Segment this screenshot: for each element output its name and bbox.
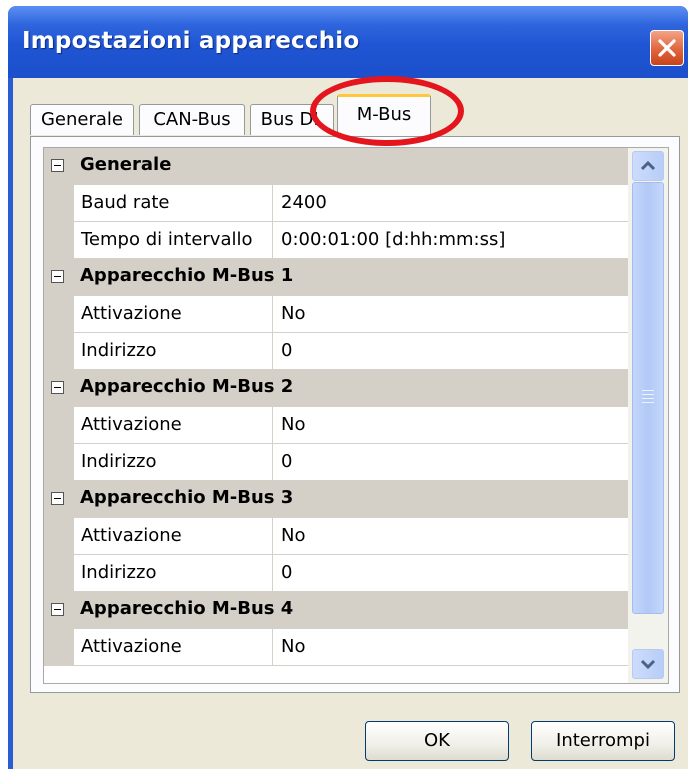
grid-property-row[interactable]: Indirizzo 0 <box>44 555 628 592</box>
property-value-cell[interactable]: 0 <box>273 444 628 481</box>
minus-box-icon[interactable] <box>51 270 64 283</box>
ok-button[interactable]: OK <box>365 721 509 761</box>
cancel-button[interactable]: Interrompi <box>531 721 675 761</box>
grid-property-row[interactable]: Attivazione No <box>44 296 628 333</box>
close-icon <box>658 39 676 57</box>
property-name-cell[interactable]: Tempo di intervallo <box>74 222 273 259</box>
close-button[interactable] <box>650 30 684 66</box>
chevron-up-icon <box>640 160 656 171</box>
property-value-cell[interactable]: 0:00:01:00 [d:hh:mm:ss] <box>273 222 628 259</box>
minus-box-icon[interactable] <box>51 603 64 616</box>
category-label: Apparecchio M-Bus 1 <box>80 265 294 286</box>
property-value-cell[interactable]: 2400 <box>273 185 628 222</box>
row-gutter <box>44 555 74 592</box>
minus-box-icon[interactable] <box>51 381 64 394</box>
scroll-up-button[interactable] <box>632 151 664 181</box>
grid-category-row[interactable]: Apparecchio M-Bus 3 <box>44 481 628 518</box>
row-gutter <box>44 407 74 444</box>
grid-category-row[interactable]: Apparecchio M-Bus 2 <box>44 370 628 407</box>
property-value-cell[interactable]: No <box>273 518 628 555</box>
property-name: Attivazione <box>81 303 182 324</box>
property-name: Baud rate <box>81 192 170 213</box>
property-name: Indirizzo <box>81 562 157 583</box>
property-value: No <box>281 525 306 546</box>
grid-property-row[interactable]: Indirizzo 0 <box>44 333 628 370</box>
row-gutter <box>44 444 74 481</box>
category-label: Apparecchio M-Bus 3 <box>80 487 294 508</box>
property-name-cell[interactable]: Indirizzo <box>74 333 273 370</box>
property-name-cell[interactable]: Indirizzo <box>74 555 273 592</box>
grid-property-row[interactable]: Attivazione No <box>44 407 628 444</box>
tab-bus-dl[interactable]: Bus DL <box>250 104 334 135</box>
minus-box-icon[interactable] <box>51 492 64 505</box>
property-name: Attivazione <box>81 636 182 657</box>
grid-property-row[interactable]: Attivazione No <box>44 518 628 555</box>
tab-m-bus[interactable]: M-Bus <box>337 94 431 139</box>
row-gutter <box>44 629 74 666</box>
property-name-cell[interactable]: Attivazione <box>74 629 273 666</box>
property-name: Tempo di intervallo <box>81 229 253 250</box>
tab-panel-m-bus: Generale Baud rate 2400 Tempo di intervallo… <box>30 136 680 693</box>
row-gutter <box>44 185 74 222</box>
property-name: Indirizzo <box>81 451 157 472</box>
property-value: 0 <box>281 340 293 361</box>
grid-category-row[interactable]: Apparecchio M-Bus 4 <box>44 592 628 629</box>
property-name-cell[interactable]: Indirizzo <box>74 444 273 481</box>
category-label: Apparecchio M-Bus 2 <box>80 376 294 397</box>
dialog-client-area: Generale CAN-Bus Bus DL M-Bus Generale Ba… <box>13 78 688 769</box>
property-value: No <box>281 636 306 657</box>
window-title: Impostazioni apparecchio <box>22 28 360 54</box>
scroll-down-button[interactable] <box>632 649 664 679</box>
row-gutter <box>44 296 74 333</box>
grid-category-row[interactable]: Generale <box>44 148 628 185</box>
category-label: Generale <box>80 154 172 175</box>
property-value-cell[interactable]: No <box>273 629 628 666</box>
property-name-cell[interactable]: Attivazione <box>74 296 273 333</box>
scroll-thumb[interactable] <box>632 182 664 614</box>
property-name: Attivazione <box>81 414 182 435</box>
property-name: Indirizzo <box>81 340 157 361</box>
grid-property-row[interactable]: Baud rate 2400 <box>44 185 628 222</box>
property-value: No <box>281 303 306 324</box>
row-gutter <box>44 222 74 259</box>
property-value: 0:00:01:00 [d:hh:mm:ss] <box>281 229 506 250</box>
property-grid: Generale Baud rate 2400 Tempo di intervallo… <box>43 147 669 684</box>
chevron-down-icon <box>640 659 656 670</box>
tab-generale[interactable]: Generale <box>30 104 134 135</box>
property-name-cell[interactable]: Baud rate <box>74 185 273 222</box>
minus-box-icon[interactable] <box>51 159 64 172</box>
dialog-window: Impostazioni apparecchio Generale CAN-Bu… <box>8 6 688 769</box>
property-value-cell[interactable]: 0 <box>273 555 628 592</box>
grid-property-row[interactable]: Tempo di intervallo 0:00:01:00 [d:hh:mm:s… <box>44 222 628 259</box>
property-name-cell[interactable]: Attivazione <box>74 407 273 444</box>
grid-property-row[interactable]: Attivazione No <box>44 629 628 666</box>
property-value-cell[interactable]: No <box>273 407 628 444</box>
property-value-cell[interactable]: No <box>273 296 628 333</box>
property-value-cell[interactable]: 0 <box>273 333 628 370</box>
tab-can-bus[interactable]: CAN-Bus <box>139 104 245 135</box>
grid-category-row[interactable]: Apparecchio M-Bus 1 <box>44 259 628 296</box>
row-gutter <box>44 518 74 555</box>
property-value: 2400 <box>281 192 327 213</box>
category-label: Apparecchio M-Bus 4 <box>80 598 294 619</box>
property-value: 0 <box>281 562 293 583</box>
title-bar[interactable]: Impostazioni apparecchio <box>8 6 688 78</box>
property-name-cell[interactable]: Attivazione <box>74 518 273 555</box>
property-value: 0 <box>281 451 293 472</box>
row-gutter <box>44 333 74 370</box>
grid-property-row[interactable]: Indirizzo 0 <box>44 444 628 481</box>
property-name: Attivazione <box>81 525 182 546</box>
vertical-scrollbar[interactable] <box>628 148 668 683</box>
property-value: No <box>281 414 306 435</box>
